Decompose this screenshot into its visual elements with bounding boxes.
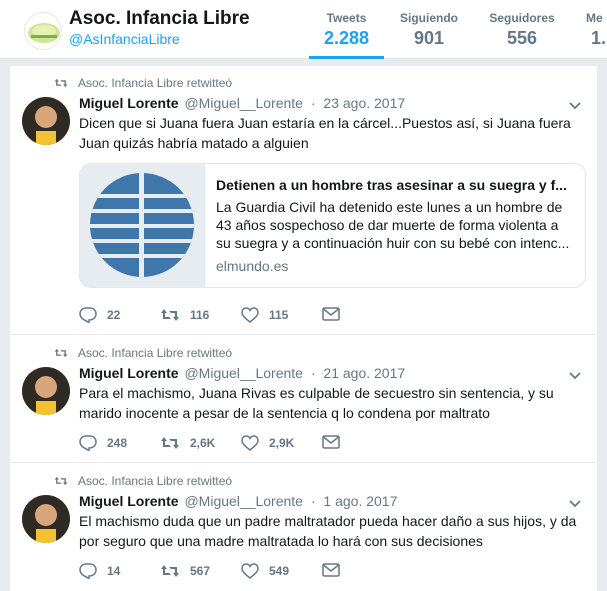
reply-button[interactable]: 22 [79, 307, 120, 323]
retweet-label: Asoc. Infancia Libre retwitteó [78, 474, 233, 488]
tweet-header: Miguel Lorente @Miguel__Lorente · 23 ago… [79, 95, 405, 111]
card-description: La Guardia Civil ha detenido este lunes … [216, 199, 570, 251]
author-name[interactable]: Miguel Lorente [79, 365, 179, 381]
tweet-actions: 248 2,6K 2,9K [79, 435, 584, 455]
chevron-down-icon[interactable] [567, 97, 583, 113]
retweet-count: 2,6K [190, 436, 216, 450]
avatar[interactable] [22, 495, 70, 543]
author-handle[interactable]: @Miguel__Lorente [184, 493, 303, 509]
tweet-actions: 14 567 549 [79, 563, 584, 583]
mail-icon [322, 435, 340, 449]
author-handle[interactable]: @Miguel__Lorente [184, 365, 303, 381]
card-title: Detienen a un hombre tras asesinar a su … [216, 177, 567, 193]
link-card[interactable]: Detienen a un hombre tras asesinar a su … [79, 163, 586, 288]
retweet-context: Asoc. Infancia Libre retwitteó [54, 474, 232, 488]
retweet-button[interactable]: 2,6K [160, 435, 215, 451]
tweet-text: Para el machismo, Juana Rivas es culpabl… [79, 385, 554, 421]
separator: · [310, 365, 316, 381]
tweet-header: Miguel Lorente @Miguel__Lorente · 1 ago.… [79, 493, 397, 509]
chevron-down-icon[interactable] [567, 367, 583, 383]
author-name[interactable]: Miguel Lorente [79, 493, 179, 509]
stat-label: Siguiendo [400, 11, 458, 25]
tweet-date[interactable]: 21 ago. 2017 [323, 365, 405, 381]
reply-button[interactable]: 14 [79, 563, 120, 579]
like-count: 115 [269, 308, 289, 322]
separator: · [310, 95, 316, 111]
like-count: 549 [269, 564, 290, 578]
retweet-icon [161, 309, 179, 321]
stat-tweets[interactable]: Tweets 2.288 [309, 0, 384, 59]
stat-followers[interactable]: Seguidores 556 [484, 0, 560, 59]
author-handle[interactable]: @Miguel__Lorente [184, 95, 303, 111]
reply-count: 14 [107, 564, 121, 578]
tweet[interactable]: Asoc. Infancia Libre retwitteó Miguel Lo… [10, 66, 597, 335]
like-button[interactable]: 549 [241, 563, 289, 579]
retweet-label: Asoc. Infancia Libre retwitteó [78, 76, 233, 90]
retweet-count: 116 [190, 308, 210, 322]
profile-avatar[interactable] [24, 12, 62, 50]
reply-button[interactable]: 248 [79, 435, 127, 451]
tweet[interactable]: Asoc. Infancia Libre retwitteó Miguel Lo… [10, 336, 597, 463]
retweet-label: Asoc. Infancia Libre retwitteó [78, 346, 233, 360]
tweet-date[interactable]: 23 ago. 2017 [323, 95, 405, 111]
tweet-date[interactable]: 1 ago. 2017 [323, 493, 397, 509]
retweet-icon [54, 348, 68, 358]
stat-label: Me [586, 11, 603, 25]
profile-name: Asoc. Infancia Libre [69, 8, 250, 29]
heart-icon [241, 435, 259, 451]
retweet-context: Asoc. Infancia Libre retwitteó [54, 76, 232, 90]
stat-likes[interactable]: Me 1. [582, 0, 607, 59]
tweet[interactable]: Asoc. Infancia Libre retwitteó Miguel Lo… [10, 464, 597, 591]
message-button[interactable] [322, 563, 350, 577]
profile-handle[interactable]: @AsInfanciaLibre [69, 31, 180, 47]
tweet-text: El machismo duda que un padre maltratado… [79, 513, 577, 549]
chevron-down-icon[interactable] [567, 495, 583, 511]
like-count: 2,9K [269, 436, 295, 450]
reply-count: 22 [107, 308, 121, 322]
retweet-icon [54, 78, 68, 88]
message-button[interactable] [322, 435, 350, 449]
tweet-header: Miguel Lorente @Miguel__Lorente · 21 ago… [79, 365, 405, 381]
like-button[interactable]: 115 [241, 307, 288, 323]
retweet-button[interactable]: 116 [160, 307, 209, 323]
reply-count: 248 [107, 436, 128, 450]
author-name[interactable]: Miguel Lorente [79, 95, 179, 111]
retweet-icon [54, 476, 68, 486]
stat-label: Tweets [326, 11, 367, 25]
avatar[interactable] [22, 97, 70, 145]
retweet-button[interactable]: 567 [160, 563, 210, 579]
card-domain: elmundo.es [216, 258, 289, 274]
reply-icon [79, 307, 97, 323]
message-button[interactable] [322, 307, 350, 321]
reply-icon [79, 435, 97, 451]
stat-value: 2.288 [323, 28, 370, 48]
tweet-actions: 22 116 115 [79, 307, 584, 327]
stat-value: 901 [413, 28, 445, 48]
mail-icon [322, 563, 340, 577]
stat-label: Seguidores [489, 11, 555, 25]
stat-value: 1. [591, 28, 607, 48]
avatar[interactable] [22, 367, 70, 415]
retweet-context: Asoc. Infancia Libre retwitteó [54, 346, 232, 360]
mail-icon [322, 307, 340, 321]
heart-icon [241, 563, 259, 579]
separator: · [310, 493, 316, 509]
retweet-count: 567 [190, 564, 211, 578]
card-image [80, 164, 205, 287]
profile-header: Asoc. Infancia Libre @AsInfanciaLibre Tw… [0, 0, 607, 59]
heart-icon [241, 307, 259, 323]
tweet-text: Dicen que si Juana fuera Juan estaría en… [79, 115, 571, 151]
reply-icon [79, 563, 97, 579]
like-button[interactable]: 2,9K [241, 435, 294, 451]
retweet-icon [161, 565, 179, 577]
retweet-icon [161, 437, 179, 449]
timeline: Asoc. Infancia Libre retwitteó Miguel Lo… [10, 66, 597, 591]
stat-following[interactable]: Siguiendo 901 [394, 0, 464, 59]
stat-value: 556 [506, 28, 538, 48]
